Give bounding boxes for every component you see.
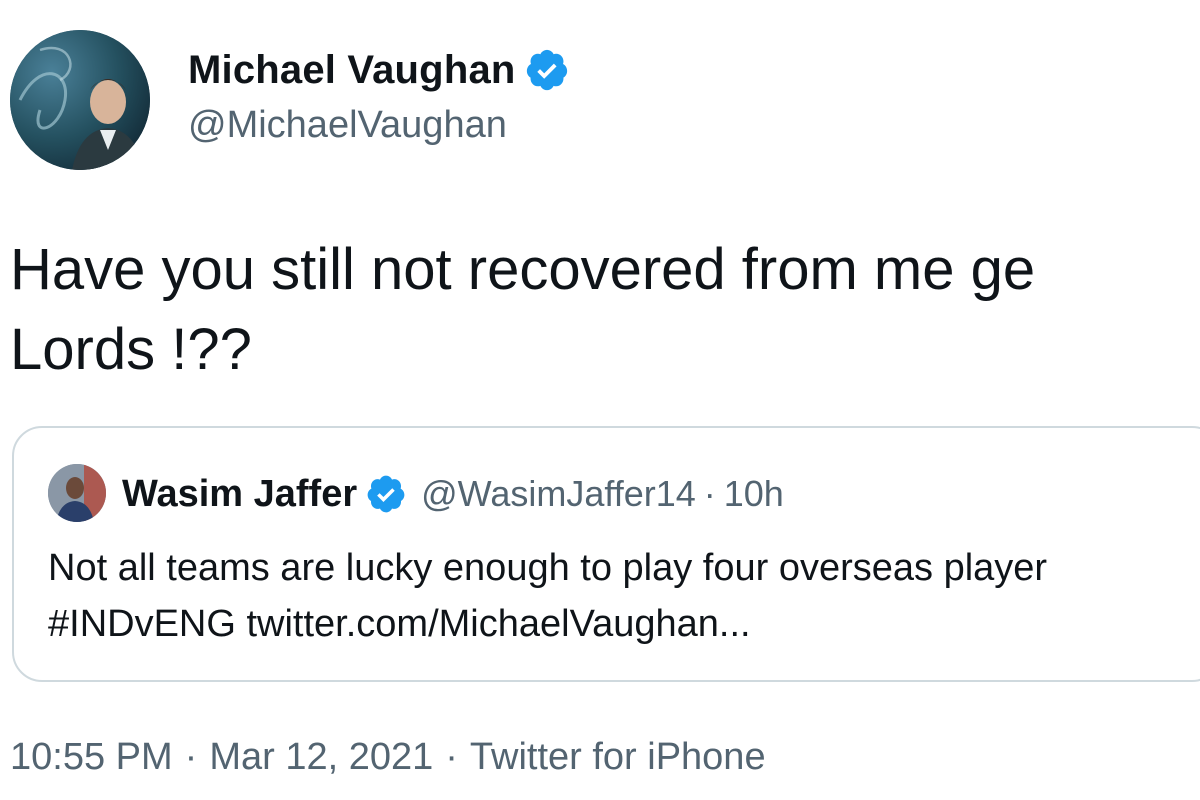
author-name[interactable]: Michael Vaughan bbox=[188, 48, 516, 93]
quoted-tweet-header: Wasim Jaffer @WasimJaffer14 · 10h bbox=[122, 468, 784, 520]
verified-badge-icon bbox=[367, 475, 405, 513]
meta-separator: · bbox=[184, 736, 198, 778]
tweet: Michael Vaughan @MichaelVaughan Have you… bbox=[0, 0, 1200, 800]
profile-photo-icon bbox=[10, 30, 150, 170]
profile-photo-icon bbox=[48, 464, 106, 522]
author-handle[interactable]: @MichaelVaughan bbox=[188, 104, 507, 147]
quoted-tweet-time[interactable]: 10h bbox=[724, 473, 784, 515]
tweet-date[interactable]: Mar 12, 2021 bbox=[209, 736, 433, 779]
author-name-row: Michael Vaughan bbox=[188, 44, 570, 96]
quoted-tweet-text-line: Not all teams are lucky enough to play f… bbox=[48, 547, 1048, 589]
quoted-tweet-separator: · bbox=[703, 473, 716, 514]
tweet-time[interactable]: 10:55 PM bbox=[10, 736, 173, 779]
quoted-author-handle[interactable]: @WasimJaffer14 bbox=[421, 473, 696, 515]
quoted-tweet-text: Not all teams are lucky enough to play f… bbox=[48, 540, 1200, 652]
tweet-source[interactable]: Twitter for iPhone bbox=[470, 736, 766, 779]
meta-separator: · bbox=[445, 736, 458, 778]
tweet-meta: 10:55 PM · Mar 12, 2021 · Twitter for iP… bbox=[10, 736, 766, 779]
quoted-tweet-card[interactable]: Wasim Jaffer @WasimJaffer14 · 10h Not al… bbox=[12, 426, 1200, 682]
tweet-text-line: Have you still not recovered from me ge bbox=[10, 237, 1036, 302]
quoted-author-avatar[interactable] bbox=[48, 464, 106, 522]
verified-badge-icon bbox=[526, 49, 567, 91]
author-avatar[interactable] bbox=[10, 30, 150, 170]
quoted-tweet-text-line[interactable]: #INDvENG twitter.com/MichaelVaughan... bbox=[48, 596, 1200, 652]
tweet-text-line: Lords !?? bbox=[10, 317, 252, 382]
quoted-author-name[interactable]: Wasim Jaffer bbox=[122, 473, 357, 516]
tweet-text: Have you still not recovered from me ge … bbox=[10, 230, 1200, 390]
